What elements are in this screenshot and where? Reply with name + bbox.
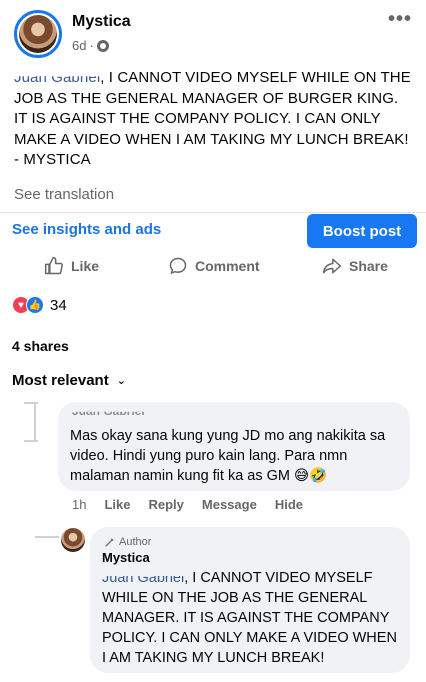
thread-line xyxy=(24,402,38,404)
post-meta: 6d · xyxy=(72,38,109,53)
reply-bubble[interactable]: Author Mystica Juan Gabriel, I CANNOT VI… xyxy=(90,527,410,673)
thread-line xyxy=(24,440,38,442)
reply-avatar[interactable] xyxy=(61,528,85,552)
comment-reply-button[interactable]: Reply xyxy=(148,497,183,512)
post-header: Mystica 6d · ••• xyxy=(0,0,426,68)
share-button[interactable]: Share xyxy=(322,256,388,276)
comment-icon xyxy=(169,257,187,274)
reply-author[interactable]: Mystica xyxy=(102,550,150,565)
more-options-icon[interactable]: ••• xyxy=(388,8,412,31)
comment-bubble[interactable]: Juan Gabriel Mas okay sana kung yung JD … xyxy=(58,402,410,491)
avatar-photo xyxy=(19,15,57,53)
like-label: Like xyxy=(71,258,100,274)
thumbs-up-icon xyxy=(44,256,63,275)
pencil-icon xyxy=(105,537,114,547)
like-reaction-icon: 👍 xyxy=(26,296,44,314)
shares-count[interactable]: 4 shares xyxy=(12,338,69,354)
sort-comments-dropdown[interactable]: Most relevant ⌄ xyxy=(12,372,126,389)
comment-text: Mas okay sana kung yung JD mo ang nakiki… xyxy=(70,428,386,484)
like-button[interactable]: Like xyxy=(44,256,99,276)
page-name[interactable]: Mystica xyxy=(72,13,131,31)
share-label: Share xyxy=(349,258,388,274)
globe-icon xyxy=(96,39,109,52)
share-icon xyxy=(322,258,342,274)
comment-label: Comment xyxy=(195,258,260,274)
comment-actions: 1h Like Reply Message Hide xyxy=(72,497,303,512)
post-time[interactable]: 6d xyxy=(72,38,86,53)
post-action-bar: Like Comment Share xyxy=(0,252,426,282)
reply-connector xyxy=(35,536,59,538)
comment-message-button[interactable]: Message xyxy=(202,497,257,512)
chevron-down-icon: ⌄ xyxy=(116,375,126,387)
comment-like-button[interactable]: Like xyxy=(104,497,130,512)
reactions-summary[interactable]: ♥ 👍 34 xyxy=(12,296,67,314)
author-badge: Author xyxy=(104,536,151,548)
comment-hide-button[interactable]: Hide xyxy=(275,497,303,512)
see-translation-link[interactable]: See translation xyxy=(14,186,114,203)
comment-author[interactable]: Juan Gabriel xyxy=(72,412,145,418)
reply-text: Juan Gabriel, I CANNOT VIDEO MYSELF WHIL… xyxy=(102,568,402,668)
boost-post-button[interactable]: Boost post xyxy=(307,214,417,248)
divider xyxy=(0,212,426,213)
comment-time[interactable]: 1h xyxy=(72,497,86,512)
post-text: Juan Gabriel, I CANNOT VIDEO MYSELF WHIL… xyxy=(14,68,414,171)
author-badge-label: Author xyxy=(119,536,152,548)
reply-mention[interactable]: Juan Gabriel xyxy=(102,576,184,588)
reaction-count: 34 xyxy=(50,296,67,314)
post-mention[interactable]: Juan Gabriel xyxy=(14,76,100,88)
page-avatar[interactable] xyxy=(14,10,62,58)
see-insights-link[interactable]: See insights and ads xyxy=(12,221,161,238)
comment-button[interactable]: Comment xyxy=(168,256,260,276)
thread-line xyxy=(34,402,36,442)
sort-label: Most relevant xyxy=(12,372,109,389)
meta-dot: · xyxy=(89,38,94,53)
